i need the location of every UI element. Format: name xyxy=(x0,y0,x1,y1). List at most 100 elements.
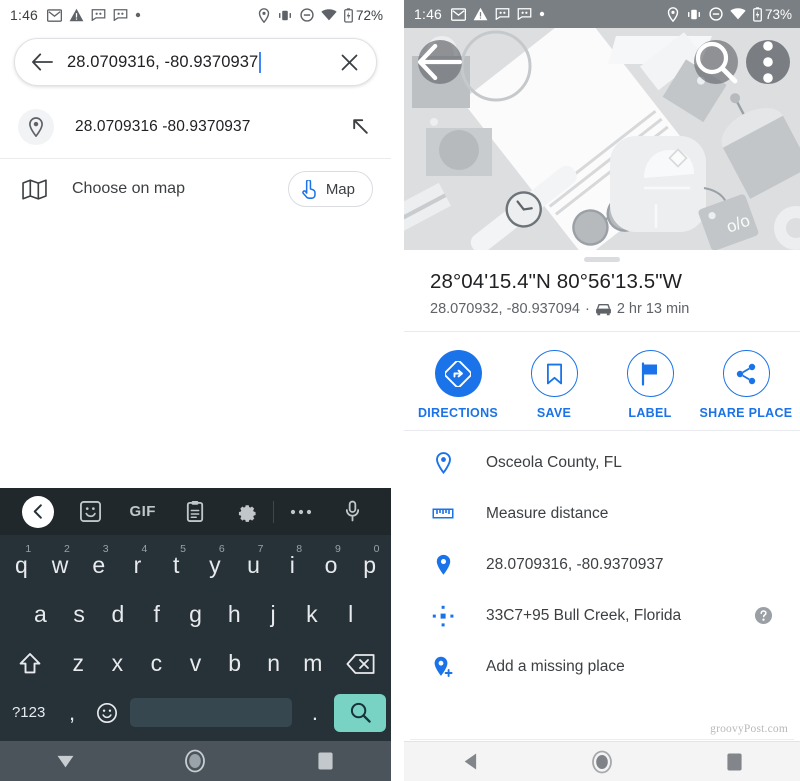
search-input-wrapper[interactable]: 28.0709316, -80.9370937 xyxy=(67,51,336,73)
keyboard-row-4: ?123 , . xyxy=(2,688,389,737)
key-label: p xyxy=(363,552,377,578)
key-a[interactable]: a xyxy=(21,590,60,639)
action-save[interactable]: SAVE xyxy=(506,350,602,420)
search-enter-key[interactable] xyxy=(332,688,389,737)
status-notification-icons xyxy=(451,7,545,21)
key-d[interactable]: d xyxy=(99,590,138,639)
info-row-add-missing-place[interactable]: Add a missing place xyxy=(404,641,800,692)
info-label: 33C7+95 Bull Creek, Florida xyxy=(486,606,682,624)
shift-icon[interactable] xyxy=(2,639,59,688)
hero-search-button[interactable] xyxy=(694,40,738,84)
gmail-icon xyxy=(451,7,467,21)
key-x[interactable]: x xyxy=(98,639,137,688)
place-subtitle: 28.070932, -80.937094 · 2 hr 13 min xyxy=(430,301,774,317)
key-i[interactable]: 8i xyxy=(273,541,312,590)
key-h[interactable]: h xyxy=(215,590,254,639)
keyboard-row-2: a s d f g h j k l xyxy=(2,590,389,639)
search-bar-container: 28.0709316, -80.9370937 xyxy=(0,30,391,96)
search-input[interactable]: 28.0709316, -80.9370937 xyxy=(67,53,258,72)
key-comma[interactable]: , xyxy=(55,688,89,737)
directions-icon[interactable] xyxy=(434,350,482,397)
sticker-icon[interactable] xyxy=(64,500,116,523)
search-bar[interactable]: 28.0709316, -80.9370937 xyxy=(14,38,377,86)
message-icon xyxy=(91,9,106,21)
info-row-measure-distance[interactable]: Measure distance xyxy=(404,488,800,539)
keyboard-back-button[interactable] xyxy=(12,495,64,528)
help-icon[interactable] xyxy=(752,606,774,625)
gmail-icon xyxy=(47,8,63,22)
key-e[interactable]: 3e xyxy=(79,541,118,590)
backspace-icon[interactable] xyxy=(332,639,389,688)
info-row-coordinates[interactable]: 28.0709316, -80.9370937 xyxy=(404,539,800,590)
key-r[interactable]: 4r xyxy=(118,541,157,590)
key-g[interactable]: g xyxy=(176,590,215,639)
key-number: 9 xyxy=(334,543,341,555)
home-circle-icon[interactable] xyxy=(572,750,632,774)
keyboard-dismiss-icon[interactable] xyxy=(35,754,95,769)
search-icon[interactable] xyxy=(334,693,387,732)
space-key[interactable] xyxy=(124,688,298,737)
key-b[interactable]: b xyxy=(215,639,254,688)
emoji-icon[interactable] xyxy=(89,688,125,737)
choose-on-map-row[interactable]: Choose on map Map xyxy=(0,159,391,219)
bookmark-icon[interactable] xyxy=(530,350,578,397)
key-w[interactable]: 2w xyxy=(41,541,80,590)
key-period[interactable]: . xyxy=(298,688,332,737)
hero-more-button[interactable] xyxy=(746,40,790,84)
clipboard-icon[interactable] xyxy=(169,500,221,523)
home-circle-icon[interactable] xyxy=(165,749,225,773)
microphone-icon[interactable] xyxy=(327,500,379,523)
key-l[interactable]: l xyxy=(331,590,370,639)
recents-square-icon[interactable] xyxy=(296,751,356,771)
key-c[interactable]: c xyxy=(137,639,176,688)
info-row-plus-code[interactable]: 33C7+95 Bull Creek, Florida xyxy=(404,590,800,641)
key-o[interactable]: 9o xyxy=(312,541,351,590)
key-label: u xyxy=(247,552,260,578)
key-q[interactable]: 1q xyxy=(2,541,41,590)
close-icon[interactable] xyxy=(336,54,362,71)
symbols-key[interactable]: ?123 xyxy=(2,688,55,737)
chevron-left-icon[interactable] xyxy=(22,495,55,528)
search-suggestion-row[interactable]: 28.0709316 -80.9370937 xyxy=(0,96,391,158)
arrow-back-icon[interactable] xyxy=(27,53,57,71)
action-label[interactable]: LABEL xyxy=(602,350,698,420)
message-icon xyxy=(517,8,532,20)
map-icon xyxy=(18,178,50,200)
status-time: 1:46 xyxy=(10,7,39,23)
share-icon[interactable] xyxy=(722,350,770,397)
back-triangle-icon[interactable] xyxy=(440,752,500,771)
more-horizontal-icon[interactable] xyxy=(274,508,326,516)
recents-square-icon[interactable] xyxy=(704,752,764,772)
info-row-county[interactable]: Osceola County, FL xyxy=(404,437,800,488)
hero-back-button[interactable] xyxy=(418,40,462,84)
key-v[interactable]: v xyxy=(176,639,215,688)
virtual-keyboard: GIF 1q 2w 3e 4 r 5 t 6 y 7 u 8 i 9 o 0 p… xyxy=(0,488,391,741)
key-number: 4 xyxy=(141,543,148,555)
map-chip-label: Map xyxy=(325,180,355,198)
action-directions[interactable]: DIRECTIONS xyxy=(410,350,506,420)
action-share-place[interactable]: SHARE PLACE xyxy=(698,350,794,420)
key-label: e xyxy=(92,552,106,578)
place-header: 28°04'15.4"N 80°56'13.5"W 28.070932, -80… xyxy=(404,262,800,331)
key-z[interactable]: z xyxy=(59,639,98,688)
key-p[interactable]: 0p xyxy=(350,541,389,590)
key-k[interactable]: k xyxy=(292,590,331,639)
action-label: SHARE PLACE xyxy=(699,406,793,420)
gear-icon[interactable] xyxy=(221,501,273,523)
map-chip-button[interactable]: Map xyxy=(287,171,373,207)
key-y[interactable]: 6y xyxy=(196,541,235,590)
watermark: groovyPost.com xyxy=(710,723,788,735)
key-s[interactable]: s xyxy=(60,590,99,639)
key-m[interactable]: m xyxy=(293,639,332,688)
key-u[interactable]: 7u xyxy=(234,541,273,590)
key-j[interactable]: j xyxy=(254,590,293,639)
key-t[interactable]: 5t xyxy=(157,541,196,590)
key-f[interactable]: f xyxy=(137,590,176,639)
place-pin-icon xyxy=(430,451,456,474)
arrow-north-west-icon[interactable] xyxy=(349,118,373,136)
spacebar[interactable] xyxy=(130,698,293,727)
flag-icon[interactable] xyxy=(626,350,674,397)
add-place-icon xyxy=(430,656,456,678)
key-n[interactable]: n xyxy=(254,639,293,688)
gif-icon[interactable]: GIF xyxy=(117,503,169,520)
